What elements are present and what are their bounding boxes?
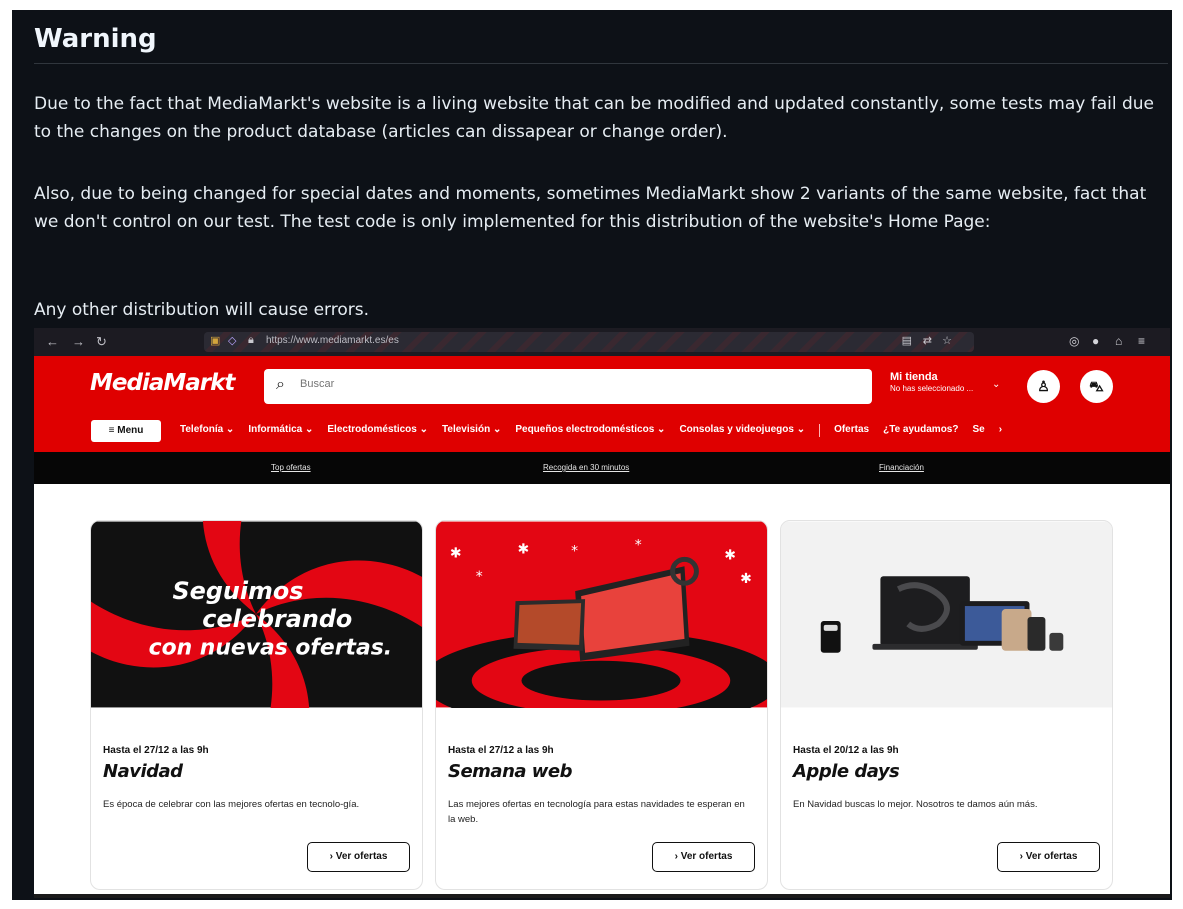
svg-text:*: *	[476, 569, 483, 585]
semana-web-banner-image: ✱ ✱* * ✱✱*	[436, 521, 767, 708]
banner-text-line-3: con nuevas ofertas.	[149, 636, 392, 661]
pocket-icon[interactable]: ◎	[1069, 334, 1079, 348]
card-date: Hasta el 27/12 a las 9h	[448, 745, 554, 756]
category-nav: Telefonía ⌄ Informática ⌄ Electrodomésti…	[180, 424, 1002, 437]
nav-consolas[interactable]: Consolas y videojuegos ⌄	[679, 424, 805, 437]
promo-card-apple-days[interactable]: Hasta el 20/12 a las 9h Apple days En Na…	[780, 520, 1113, 890]
search-box[interactable]: ⌕	[264, 369, 872, 404]
warning-heading: Warning	[34, 24, 157, 54]
card-title: Apple days	[793, 761, 900, 782]
card-description: En Navidad buscas lo mejor. Nosotros te …	[793, 799, 1038, 810]
button-label: Ver ofertas	[335, 851, 388, 862]
ver-ofertas-button[interactable]: › Ver ofertas	[307, 842, 410, 872]
promo-recogida[interactable]: Recogida en 30 minutos	[543, 463, 629, 472]
svg-text:✱: ✱	[518, 541, 530, 557]
card-description: Es época de celebrar con las mejores ofe…	[103, 799, 360, 810]
star-icon[interactable]: ☆	[942, 334, 952, 347]
svg-text:✱: ✱	[450, 545, 462, 561]
cart-icon[interactable]: ⛍	[1080, 370, 1113, 403]
button-label: Ver ofertas	[680, 851, 733, 862]
card-description: Las mejores ofertas en tecnología para e…	[448, 799, 745, 825]
nav-television[interactable]: Televisión ⌄	[442, 424, 501, 437]
site-header: MediaMarkt ⌕ Mi tienda No has selecciona…	[34, 356, 1170, 452]
paragraph-database-changes: Due to the fact that MediaMarkt's websit…	[34, 94, 1154, 142]
user-icon[interactable]: ♙	[1027, 370, 1060, 403]
nav-electrodomesticos[interactable]: Electrodomésticos ⌄	[327, 424, 428, 437]
promo-bar: Top ofertas Recogida en 30 minutos Finan…	[34, 452, 1170, 484]
lock-icon[interactable]: 🔒︎	[248, 334, 254, 347]
reload-icon[interactable]: ↻	[96, 334, 107, 350]
extensions-icon[interactable]: ⌂	[1115, 334, 1122, 348]
button-label: Ver ofertas	[1025, 851, 1078, 862]
menu-label: Menu	[117, 425, 144, 436]
nav-ayuda[interactable]: ¿Te ayudamos?	[883, 424, 958, 437]
svg-text:✱: ✱	[740, 571, 752, 587]
banner-text-line-2: celebrando	[202, 605, 352, 633]
paragraph-variants: Also, due to being changed for special d…	[34, 184, 1147, 232]
store-subtitle: No has seleccionado ...	[890, 384, 974, 393]
hamburger-icon: ≡	[108, 425, 118, 436]
screenshot-bottom-edge	[34, 894, 1170, 898]
store-title: Mi tienda	[890, 371, 938, 383]
mediamarkt-logo[interactable]: MediaMarkt	[90, 370, 235, 396]
address-bar[interactable]: ▣ ◇ 🔒︎ https://www.mediamarkt.es/es ▤ ⇄ …	[204, 332, 974, 352]
store-selector[interactable]: Mi tienda No has seleccionado ... ⌄	[890, 371, 1000, 393]
forward-icon[interactable]: →	[72, 334, 85, 349]
nav-servicios[interactable]: Se	[972, 424, 984, 437]
url-text[interactable]: https://www.mediamarkt.es/es	[266, 335, 399, 346]
svg-text:*: *	[635, 537, 642, 553]
search-icon: ⌕	[276, 376, 285, 393]
ver-ofertas-button[interactable]: › Ver ofertas	[997, 842, 1100, 872]
promo-top-ofertas[interactable]: Top ofertas	[271, 463, 311, 472]
reader-icon[interactable]: ▤	[902, 334, 912, 347]
back-icon[interactable]: ←	[46, 334, 59, 349]
card-date: Hasta el 20/12 a las 9h	[793, 745, 899, 756]
card-date: Hasta el 27/12 a las 9h	[103, 745, 209, 756]
apple-days-banner-image	[781, 521, 1112, 708]
shield-icon[interactable]: ◇	[228, 334, 236, 347]
navidad-banner-image: Seguimos celebrando con nuevas ofertas.	[91, 521, 422, 708]
card-title: Navidad	[103, 761, 183, 782]
image-icon: ▣	[210, 335, 221, 347]
translate-icon[interactable]: ⇄	[923, 334, 932, 347]
chevron-down-icon: ⌄	[992, 379, 1001, 390]
nav-informatica[interactable]: Informática ⌄	[248, 424, 313, 437]
embedded-screenshot: ← → ↻ ▣ ◇ 🔒︎ https://www.mediamarkt.es/e…	[34, 328, 1170, 898]
chevron-right-icon[interactable]: ›	[999, 424, 1002, 437]
banner-text-line-1: Seguimos	[173, 577, 304, 605]
svg-text:✱: ✱	[724, 547, 736, 563]
paragraph-errors: Any other distribution will cause errors…	[34, 300, 369, 320]
heading-divider	[34, 63, 1168, 64]
nav-ofertas[interactable]: Ofertas	[834, 424, 869, 437]
menu-button[interactable]: ≡ Menu	[91, 420, 161, 442]
promo-card-semana-web[interactable]: ✱ ✱ * * ✱ ✱ * Hasta el 27/12 a las 9h Semana …	[435, 520, 768, 890]
search-input[interactable]	[300, 378, 800, 390]
promo-financiacion[interactable]: Financiación	[879, 463, 924, 472]
menu-icon[interactable]: ≡	[1138, 334, 1145, 348]
browser-toolbar: ← → ↻ ▣ ◇ 🔒︎ https://www.mediamarkt.es/e…	[34, 328, 1170, 356]
svg-text:*: *	[571, 543, 578, 559]
promo-card-navidad[interactable]: Seguimos celebrando con nuevas ofertas. …	[90, 520, 423, 890]
account-icon[interactable]: ●	[1092, 334, 1099, 348]
nav-separator	[819, 424, 821, 437]
nav-telefonia[interactable]: Telefonía ⌄	[180, 424, 234, 437]
card-title: Semana web	[448, 761, 573, 782]
ver-ofertas-button[interactable]: › Ver ofertas	[652, 842, 755, 872]
nav-pequenos-electrodomesticos[interactable]: Pequeños electrodomésticos ⌄	[515, 424, 665, 437]
